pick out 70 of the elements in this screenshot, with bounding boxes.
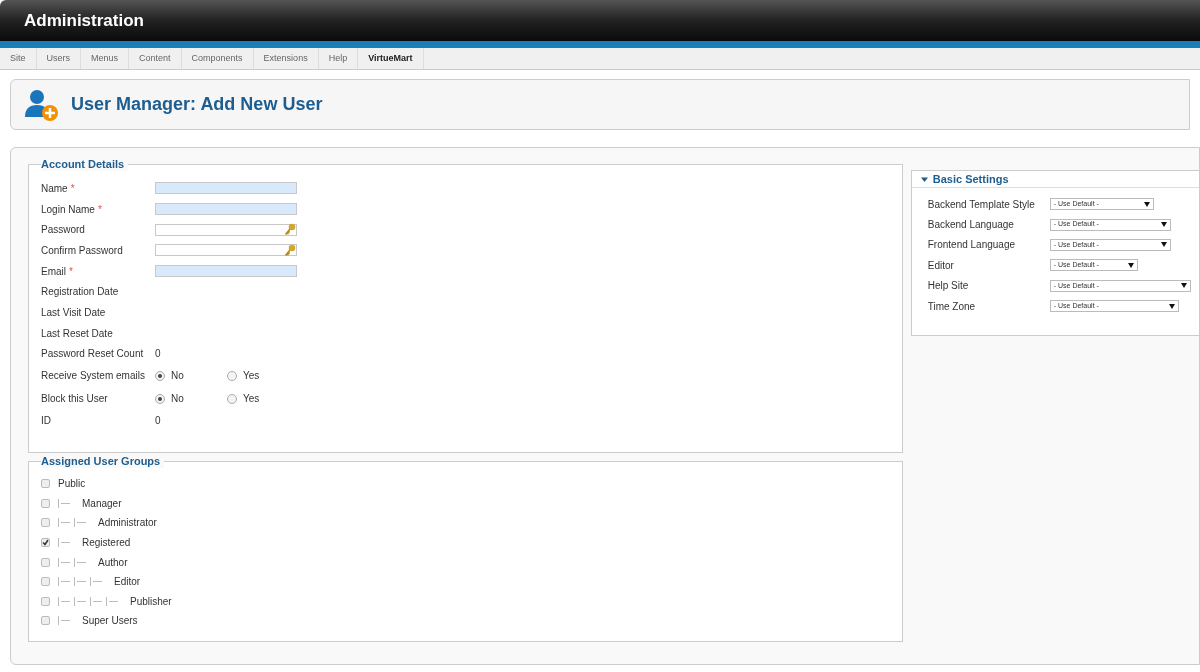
field-label: Email * <box>41 264 74 279</box>
menu-item[interactable]: VirtueMart <box>358 48 424 69</box>
radio-button[interactable] <box>227 393 237 404</box>
text-field[interactable] <box>155 265 297 278</box>
checkbox[interactable] <box>41 557 50 567</box>
group-label: Publisher <box>130 594 172 609</box>
field-label: ID <box>41 414 52 429</box>
radio-button[interactable] <box>227 370 237 381</box>
dropdown-arrow-icon <box>1143 201 1150 207</box>
dropdown-arrow-icon <box>1160 242 1167 248</box>
dropdown-arrow-icon <box>1160 222 1167 228</box>
group-label: Registered <box>82 536 131 551</box>
checkbox[interactable] <box>41 479 50 489</box>
group-label: Author <box>98 555 128 570</box>
checkbox[interactable] <box>41 596 50 606</box>
setting-label: Backend Language <box>927 218 1015 233</box>
text-field[interactable] <box>155 203 297 216</box>
menu-item[interactable]: Users <box>36 48 82 69</box>
menu-item[interactable]: Components <box>181 48 254 69</box>
group-label: Super Users <box>82 614 138 629</box>
checkbox[interactable] <box>41 518 50 528</box>
page-title: User Manager: Add New User <box>71 93 323 116</box>
field-value: 0 <box>155 414 161 429</box>
password-field[interactable] <box>155 223 297 236</box>
group-label: Public <box>58 477 86 492</box>
field-label: Receive System emails <box>41 369 146 384</box>
dropdown-arrow-icon <box>1127 262 1134 268</box>
group-label: Editor <box>114 575 141 590</box>
checkbox[interactable] <box>41 498 50 508</box>
radio-label: No <box>171 369 184 384</box>
checkbox[interactable] <box>41 616 50 626</box>
radio-label: No <box>171 392 184 407</box>
field-label: Password <box>41 223 86 238</box>
field-label: Block this User <box>41 392 109 407</box>
setting-label: Editor <box>927 258 955 273</box>
field-value: 0 <box>155 347 161 362</box>
text-field[interactable] <box>155 182 297 195</box>
checkbox[interactable] <box>41 577 50 587</box>
menu-item[interactable]: Extensions <box>253 48 319 69</box>
field-label: Confirm Password <box>41 243 124 258</box>
setting-label: Frontend Language <box>927 238 1017 253</box>
menu-item[interactable]: Help <box>318 48 359 69</box>
field-label: Last Visit Date <box>41 305 107 320</box>
checkbox[interactable] <box>41 538 50 548</box>
dropdown-arrow-icon <box>1180 283 1187 289</box>
setting-label: Time Zone <box>927 299 977 314</box>
field-label: Last Reset Date <box>41 326 114 341</box>
radio-button[interactable] <box>155 370 165 381</box>
field-label: Registration Date <box>41 285 120 300</box>
radio-label: Yes <box>243 392 260 407</box>
field-label: Password Reset Count <box>41 347 145 362</box>
radio-label: Yes <box>243 369 260 384</box>
menu-item[interactable]: Content <box>129 48 182 69</box>
field-label: Login Name * <box>41 202 103 217</box>
group-label: Administrator <box>98 516 157 531</box>
setting-label: Backend Template Style <box>927 197 1036 212</box>
basic-settings-toggle[interactable]: Basic Settings <box>911 171 1199 188</box>
group-label: Manager <box>82 496 122 511</box>
caret-icon <box>920 175 928 183</box>
dropdown-arrow-icon <box>1168 303 1175 309</box>
setting-label: Help Site <box>927 279 970 294</box>
menu-item[interactable]: Menus <box>81 48 130 69</box>
menu-item[interactable]: Site <box>0 48 37 69</box>
header-title: Administration <box>24 9 144 32</box>
field-label: Name * <box>41 181 76 196</box>
user-add-icon <box>23 87 59 122</box>
fieldset-legend: Account Details <box>41 157 129 171</box>
fieldset-legend: Assigned User Groups <box>41 454 165 468</box>
radio-button[interactable] <box>155 393 165 404</box>
password-field[interactable] <box>155 244 297 257</box>
